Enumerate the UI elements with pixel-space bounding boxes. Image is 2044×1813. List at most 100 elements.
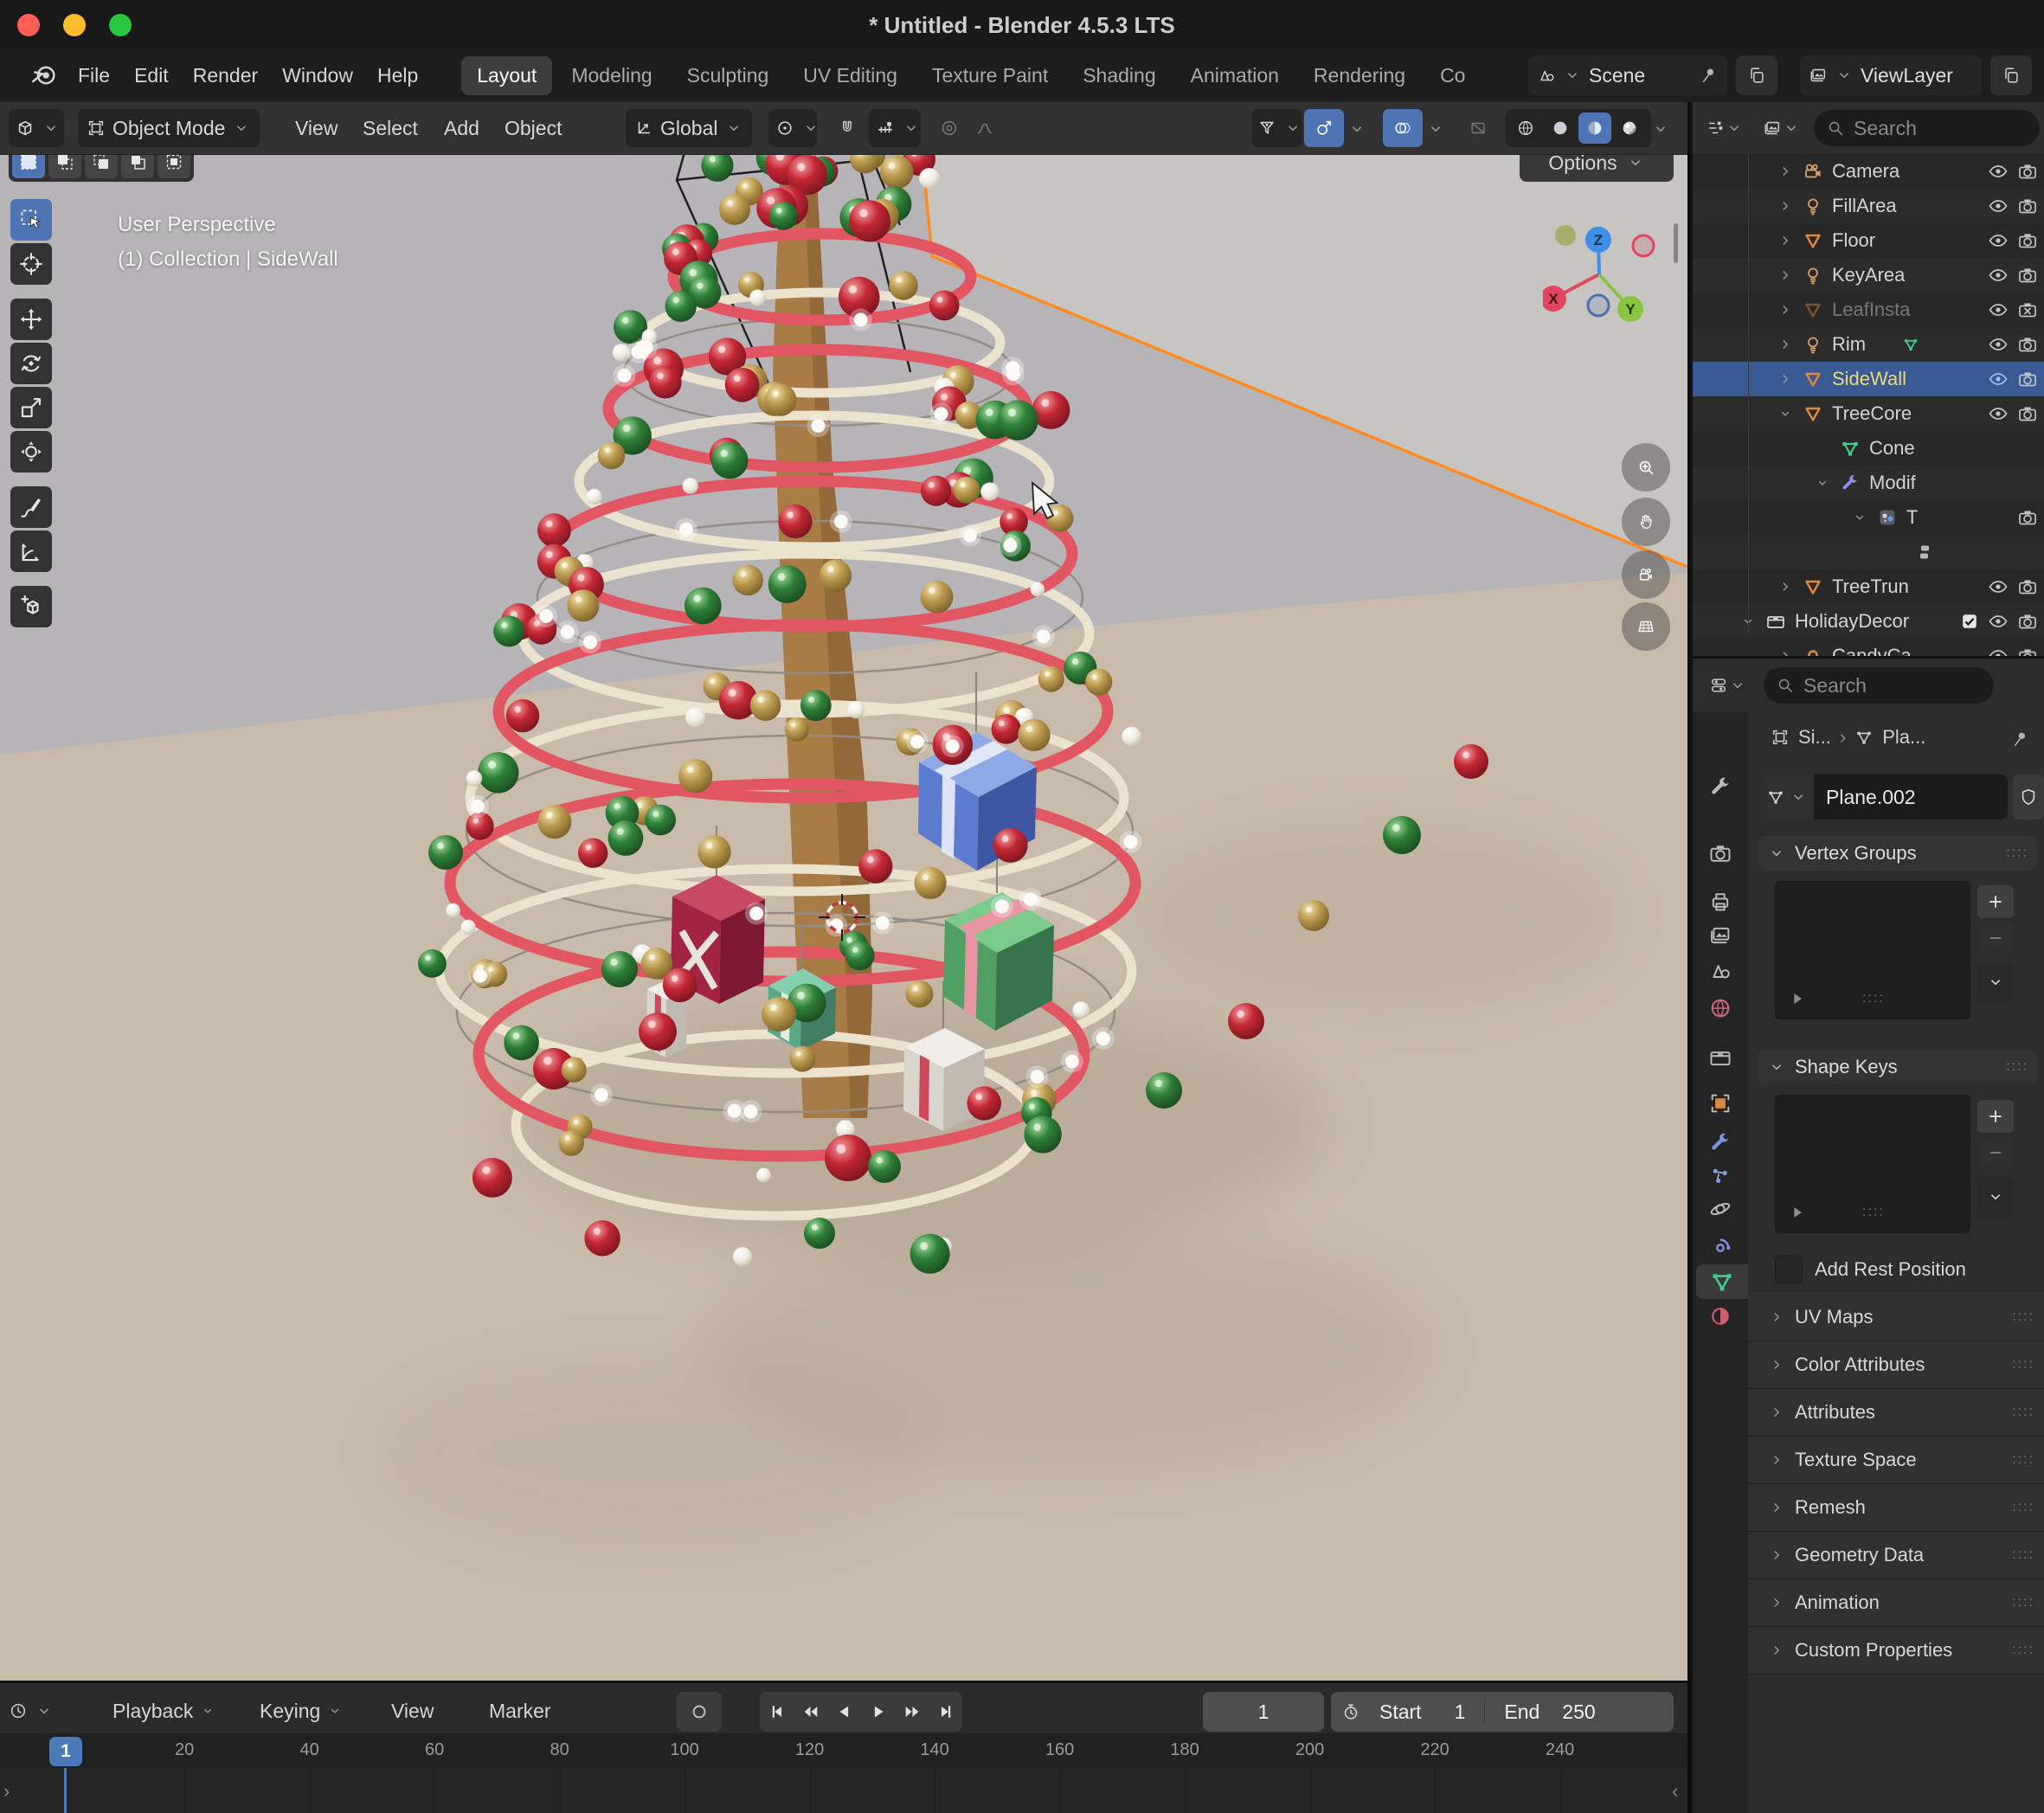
expand-arrow-icon[interactable] <box>1771 579 1799 595</box>
render-visibility-toggle[interactable] <box>2017 507 2038 528</box>
properties-tab-physics[interactable] <box>1693 1192 1748 1226</box>
tool-select-box[interactable] <box>10 199 52 241</box>
outliner-row-cone[interactable]: Cone <box>1693 431 2044 466</box>
viewport-menu-view[interactable]: View <box>288 109 344 147</box>
panel-attributes[interactable]: Attributes:::: <box>1748 1389 2044 1437</box>
hide-in-viewport-toggle[interactable] <box>1988 161 2009 182</box>
properties-tab-modifiers[interactable] <box>1693 1125 1748 1160</box>
render-visibility-toggle[interactable] <box>2017 646 2038 656</box>
viewport-menu-add[interactable]: Add <box>437 109 486 147</box>
breadcrumb-data[interactable]: Pla... <box>1882 726 1925 749</box>
snap-toggle[interactable] <box>829 109 865 147</box>
mesh-data-dropdown[interactable] <box>1760 775 1814 820</box>
object-visibility-dropdown[interactable] <box>1252 109 1302 147</box>
workspace-tab-uv-editing[interactable]: UV Editing <box>787 56 913 95</box>
xray-toggle[interactable] <box>1461 109 1495 147</box>
outliner-filter-dropdown[interactable] <box>1757 108 1807 148</box>
outliner-row-fillarea[interactable]: FillArea <box>1693 189 2044 223</box>
outliner-row-camera[interactable]: Camera <box>1693 154 2044 189</box>
list-grip[interactable]: :::: <box>1862 991 1885 1006</box>
shape-keys-panel-header[interactable]: Shape Keys :::: <box>1758 1050 2037 1084</box>
workspace-tab-shading[interactable]: Shading <box>1067 56 1171 95</box>
axis-gizmo[interactable]: Z X Y <box>1543 218 1655 331</box>
collapse-arrow-icon[interactable] <box>1846 510 1874 525</box>
panel-grip[interactable]: :::: <box>2006 845 2028 861</box>
add-vertex-group-button[interactable] <box>1977 885 2014 918</box>
rendered-shading-button[interactable] <box>1613 113 1646 144</box>
properties-tab-output[interactable] <box>1693 884 1748 919</box>
properties-tab-world[interactable] <box>1693 991 1748 1025</box>
properties-tab-material[interactable] <box>1693 1299 1748 1334</box>
panel-uv-maps[interactable]: UV Maps:::: <box>1748 1294 2044 1341</box>
properties-tab-constraints[interactable] <box>1693 1231 1748 1265</box>
expand-arrow-icon[interactable] <box>1771 648 1799 656</box>
render-visibility-toggle[interactable] <box>2017 265 2038 286</box>
3d-viewport[interactable]: User Perspective (1) Collection | SideWa… <box>0 102 1687 1681</box>
outliner-row-rim[interactable]: Rim <box>1693 327 2044 362</box>
outliner-row-leafinsta[interactable]: LeafInsta <box>1693 293 2044 327</box>
hide-in-viewport-toggle[interactable] <box>1988 230 2009 251</box>
editor-type-dropdown[interactable] <box>9 109 64 147</box>
shape-keys-list[interactable]: :::: <box>1775 1095 1970 1233</box>
workspace-tab-layout[interactable]: Layout <box>461 56 552 95</box>
outliner-row-t[interactable]: T <box>1693 500 2044 535</box>
expand-arrow-icon[interactable] <box>1771 302 1799 318</box>
auto-keying-button[interactable] <box>677 1692 722 1732</box>
outliner-row-modif[interactable]: Modif <box>1693 466 2044 500</box>
workspace-tab-modeling[interactable]: Modeling <box>556 56 667 95</box>
expand-arrow-icon[interactable] <box>1771 198 1799 214</box>
timeline-menu-keying[interactable]: Keying <box>260 1692 343 1730</box>
pivot-point-dropdown[interactable] <box>768 109 817 147</box>
outliner-row-treecore[interactable]: TreeCore <box>1693 396 2044 431</box>
properties-tab-render[interactable] <box>1693 836 1748 871</box>
menu-render[interactable]: Render <box>183 57 268 94</box>
hide-in-viewport-toggle[interactable] <box>1988 576 2009 597</box>
tool-measure[interactable] <box>10 530 52 572</box>
hide-in-viewport-toggle[interactable] <box>1988 265 2009 286</box>
proportional-falloff-dropdown[interactable] <box>969 109 1000 147</box>
show-overlays-toggle[interactable] <box>1383 109 1423 147</box>
vertex-groups-panel-header[interactable]: Vertex Groups :::: <box>1758 836 2037 871</box>
panel-grip[interactable]: :::: <box>2006 1059 2028 1075</box>
outliner-row-candyca[interactable]: CandyCa <box>1693 639 2044 656</box>
outliner-row-holidaydecor[interactable]: HolidayDecor <box>1693 604 2044 639</box>
properties-editor-type-dropdown[interactable] <box>1701 665 1755 705</box>
hide-in-viewport-toggle[interactable] <box>1988 334 2009 355</box>
workspace-tab-texture-paint[interactable]: Texture Paint <box>916 56 1064 95</box>
proportional-editing-toggle[interactable] <box>933 109 966 147</box>
menu-file[interactable]: File <box>67 57 120 94</box>
panel-animation[interactable]: Animation:::: <box>1748 1579 2044 1627</box>
render-visibility-toggle[interactable] <box>2017 196 2038 216</box>
timeline-ruler[interactable]: 1 20406080100120140160180200220240 <box>0 1733 1687 1768</box>
overlays-dropdown[interactable] <box>1426 119 1445 138</box>
fake-user-button[interactable] <box>2013 775 2044 820</box>
play-reverse-button[interactable] <box>827 1692 861 1732</box>
panel-custom-properties[interactable]: Custom Properties:::: <box>1748 1627 2044 1675</box>
wireframe-shading-button[interactable] <box>1509 113 1542 144</box>
workspace-tab-rendering[interactable]: Rendering <box>1298 56 1421 95</box>
tool-scale[interactable] <box>10 387 52 428</box>
expand-arrow-icon[interactable] <box>1771 337 1799 352</box>
solid-shading-button[interactable] <box>1544 113 1577 144</box>
play-button[interactable] <box>861 1692 895 1732</box>
outliner-row-keyarea[interactable]: KeyArea <box>1693 258 2044 293</box>
remove-shape-key-button[interactable] <box>1977 1136 2014 1169</box>
render-visibility-toggle[interactable] <box>2017 403 2038 424</box>
hide-in-viewport-toggle[interactable] <box>1988 403 2009 424</box>
hide-in-viewport-toggle[interactable] <box>1988 611 2009 632</box>
expand-arrow-icon[interactable] <box>1771 164 1799 179</box>
viewport-menu-object[interactable]: Object <box>498 109 569 147</box>
outliner-row-treetrun[interactable]: TreeTrun <box>1693 569 2044 604</box>
expand-handle-icon[interactable] <box>1788 989 1807 1008</box>
orthographic-toggle-button[interactable] <box>1622 602 1670 651</box>
material-preview-shading-button[interactable] <box>1578 113 1611 144</box>
zoom-button[interactable] <box>1622 443 1670 492</box>
remove-vertex-group-button[interactable] <box>1977 922 2014 955</box>
viewport-scrollbar[interactable] <box>1674 223 1678 263</box>
panel-texture-space[interactable]: Texture Space:::: <box>1748 1437 2044 1484</box>
render-visibility-toggle[interactable] <box>2017 161 2038 182</box>
expand-arrow-icon[interactable] <box>1771 267 1799 283</box>
current-frame-indicator[interactable]: 1 <box>49 1737 82 1766</box>
render-visibility-toggle[interactable] <box>2017 230 2038 251</box>
expand-arrow-icon[interactable] <box>1771 371 1799 387</box>
